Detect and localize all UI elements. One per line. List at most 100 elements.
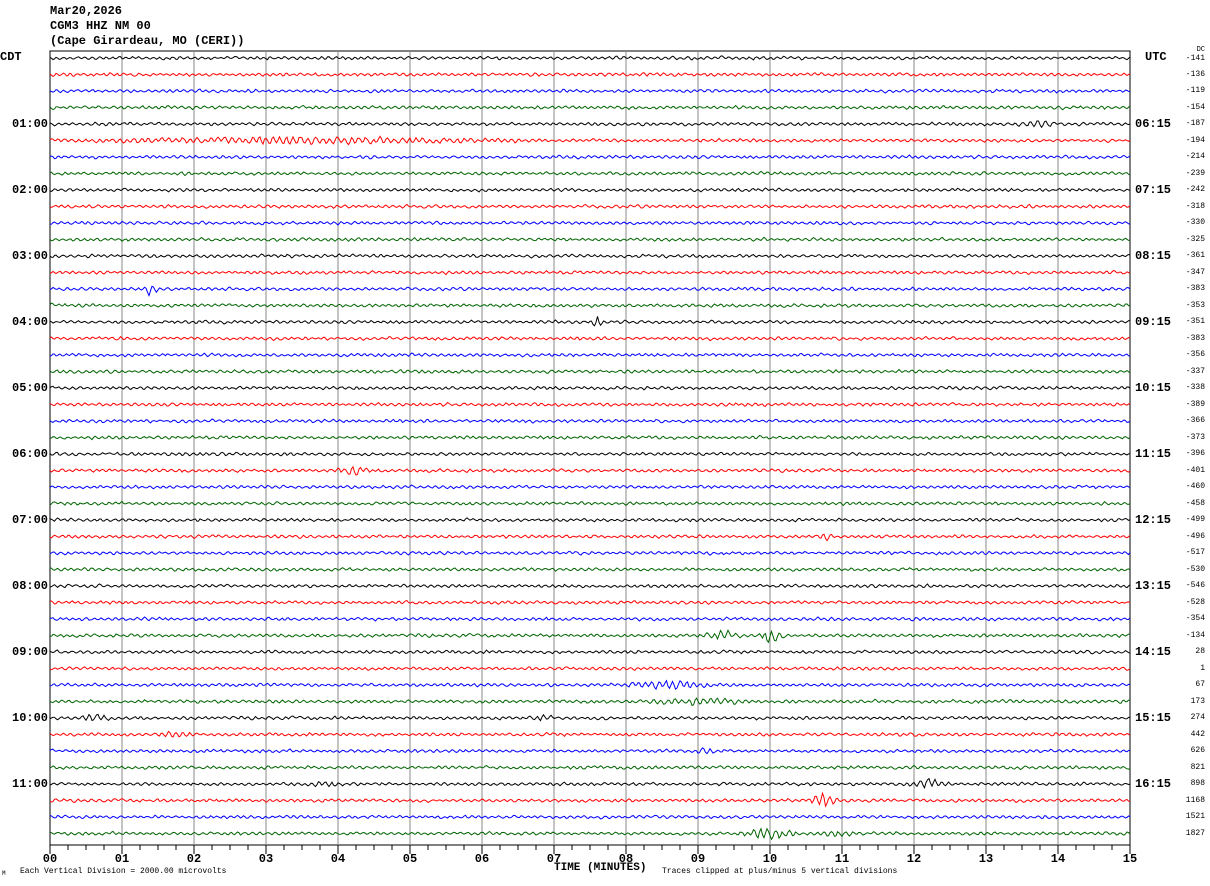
seismic-trace: [49, 55, 1131, 61]
dc-offset-label: -366: [1185, 416, 1205, 425]
seismic-trace: [49, 385, 1131, 391]
dc-offset-label: -354: [1185, 614, 1205, 623]
seismic-trace: [49, 352, 1131, 358]
dc-offset-label: -187: [1185, 119, 1205, 128]
seismic-trace: [49, 187, 1131, 193]
scale-note: Each Vertical Division = 2000.00 microvo…: [20, 867, 227, 876]
dc-offset-label: 1168: [1185, 795, 1205, 805]
seismic-trace: [50, 566, 1131, 572]
left-hour-label: 04:00: [12, 315, 49, 329]
dc-offset-label: 1521: [1185, 812, 1205, 821]
clip-note: Traces clipped at plus/minus 5 vertical …: [662, 867, 898, 876]
seismic-trace: [49, 616, 1131, 622]
dc-offset-label: -134: [1185, 630, 1205, 640]
seismic-trace: [49, 814, 1131, 820]
seismic-trace: [49, 791, 1131, 808]
left-hour-label: 11:00: [12, 777, 49, 791]
x-tick-label: 06: [475, 852, 489, 866]
dc-offset-label: 898: [1190, 779, 1205, 788]
x-tick-label: 04: [331, 852, 345, 866]
left-hour-label: 05:00: [12, 381, 49, 395]
seismic-trace: [49, 697, 1131, 707]
dc-offset-label: -214: [1185, 152, 1205, 161]
dc-offset-label: -496: [1185, 531, 1205, 541]
dc-offset-label: -338: [1185, 383, 1205, 392]
dc-offset-label: -325: [1185, 234, 1205, 244]
seismic-trace: [49, 533, 1131, 542]
x-tick-label: 01: [115, 852, 129, 866]
dc-offset-label: -353: [1185, 300, 1205, 310]
left-hour-label: 09:00: [12, 645, 49, 659]
seismic-trace: [49, 135, 1131, 146]
seismic-trace: [49, 285, 1131, 298]
dc-offset-label: 67: [1195, 680, 1205, 689]
seismic-trace: [49, 451, 1131, 457]
dc-offset-label: 626: [1190, 746, 1205, 755]
dc-offset-label: -119: [1185, 86, 1205, 95]
dc-offset-label: -347: [1185, 267, 1205, 277]
dc-offset-label: -499: [1185, 515, 1205, 524]
seismic-trace: [49, 434, 1131, 441]
seismic-trace: [49, 600, 1131, 606]
dc-offset-label: -136: [1185, 69, 1205, 79]
dc-offset-label: -383: [1185, 284, 1205, 293]
left-hour-label: 02:00: [12, 183, 49, 197]
seismic-trace: [49, 465, 1131, 476]
seismic-trace: [49, 335, 1131, 342]
dc-offset-label: -239: [1185, 168, 1205, 178]
seismic-trace: [49, 713, 1131, 722]
left-hour-label: 08:00: [12, 579, 49, 593]
dc-offset-label: -401: [1185, 465, 1205, 475]
seismic-trace: [49, 72, 1131, 78]
x-tick-label: 10: [763, 852, 777, 866]
footer-mark: M: [2, 870, 6, 877]
dc-offset-label: -383: [1185, 333, 1205, 343]
x-tick-label: 12: [907, 852, 921, 866]
seismic-trace: [49, 649, 1131, 655]
dc-offset-label: -389: [1185, 399, 1205, 409]
dc-offset-label: -530: [1185, 564, 1205, 574]
seismic-trace: [49, 253, 1131, 259]
seismic-trace: [49, 401, 1131, 407]
seismic-trace: [49, 269, 1131, 276]
dc-offset-label: -351: [1185, 317, 1205, 326]
x-tick-label: 14: [1051, 852, 1065, 866]
dc-offset-label: -546: [1185, 581, 1205, 590]
seismic-trace: [49, 236, 1131, 243]
dc-offset-label: -318: [1185, 201, 1205, 211]
dc-offset-label: -141: [1185, 54, 1205, 63]
x-tick-label: 13: [979, 852, 993, 866]
seismic-trace: [49, 517, 1131, 523]
left-hour-label: 06:00: [12, 447, 49, 461]
plot-frame: [49, 50, 1131, 846]
seismic-trace: [49, 203, 1131, 210]
x-tick-label: 03: [259, 852, 273, 866]
seismic-trace: [49, 730, 1131, 738]
seismic-trace: [49, 679, 1131, 691]
seismic-trace: [49, 220, 1131, 226]
left-hour-label: 03:00: [12, 249, 49, 263]
x-tick-label: 09: [691, 852, 705, 866]
x-tick-label: 00: [43, 852, 57, 866]
dc-offset-label: -458: [1185, 498, 1205, 508]
dc-offset-label: -356: [1185, 350, 1205, 359]
seismic-trace: [49, 484, 1131, 490]
seismic-trace: [49, 154, 1131, 160]
dc-offset-label: -373: [1185, 432, 1205, 442]
dc-offset-label: -528: [1185, 597, 1205, 607]
x-axis-label: TIME (MINUTES): [554, 862, 647, 874]
seismic-trace: [49, 418, 1131, 424]
seismic-trace: [49, 827, 1131, 841]
left-hour-label: 07:00: [12, 513, 49, 527]
dc-offset-label: 274: [1190, 713, 1205, 722]
seismic-trace: [49, 104, 1131, 111]
dc-offset-label: 821: [1190, 762, 1205, 772]
dc-offset-label: -242: [1185, 185, 1205, 194]
seismic-trace: [49, 666, 1131, 671]
x-tick-label: 15: [1123, 852, 1137, 866]
dc-offset-label: -460: [1185, 482, 1205, 491]
left-hour-label: 10:00: [12, 711, 49, 725]
seismic-trace: [49, 120, 1131, 129]
dc-offset-label: -330: [1185, 218, 1205, 227]
dc-offset-label: 1827: [1185, 828, 1205, 838]
